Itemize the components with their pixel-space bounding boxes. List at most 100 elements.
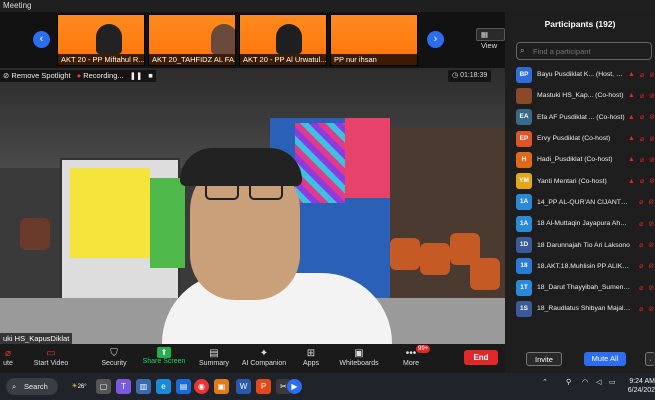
microphone-muted-icon[interactable]: ⌀ <box>640 135 644 143</box>
microphone-muted-icon[interactable]: ⌀ <box>640 92 644 100</box>
search-icon: ⌕ <box>520 46 525 55</box>
edge-icon[interactable]: e <box>156 379 171 394</box>
participant-row[interactable]: Mastuki HS_Kap... (Co-host) ▲ ⌀ ⊘ <box>505 85 655 106</box>
video-off-icon[interactable]: ⊘ <box>648 220 654 228</box>
battery-icon[interactable]: ▭ <box>609 378 616 386</box>
participant-row[interactable]: H Hadi_Pusdiklat (Co-host) ▲ ⌀ ⊘ <box>505 149 655 170</box>
chevron-left-icon[interactable]: ‹ <box>33 31 50 48</box>
tile-label: PP nur ihsan <box>331 54 417 65</box>
gallery-tile[interactable]: AKT 20_TAHFIDZ AL FA... <box>148 14 236 66</box>
participant-name: 14_PP AL-QUR'AN CIJANTUNG... <box>537 198 632 206</box>
participant-row[interactable]: BP Bayu Pusdiklat K... (Host, me) ▲ ⌀ ⊘ <box>505 64 655 85</box>
spotlight-bar: ⊘ Remove Spotlight ● Recording... ❚❚ ■ <box>0 70 156 82</box>
participant-row[interactable]: EP Ervy Pusdiklat (Co-host) ▲ ⌀ ⊘ <box>505 128 655 149</box>
share-screen-button[interactable]: ⬆ Share Screen <box>140 344 188 373</box>
video-off-icon: ▭ <box>46 348 56 359</box>
participant-avatar: H <box>516 151 532 168</box>
participant-avatar: 1A <box>516 194 532 211</box>
store-icon[interactable]: ▤ <box>176 379 191 394</box>
video-off-icon[interactable]: ⊘ <box>649 92 655 100</box>
more-options-button[interactable]: · <box>645 352 655 366</box>
video-off-icon[interactable]: ⊘ <box>648 198 654 206</box>
participant-row[interactable]: 1D 18 Darunnajah Tio Ari Laksono ⌀ ⊘ <box>505 234 655 255</box>
app-icon[interactable]: ▣ <box>214 379 229 394</box>
stop-recording-icon[interactable]: ■ <box>148 70 153 82</box>
search-icon: ⌕ <box>12 382 17 391</box>
volume-icon[interactable]: ◁ <box>596 378 601 386</box>
sparkle-icon: ✦ <box>259 348 269 359</box>
video-off-icon[interactable]: ⊘ <box>649 135 655 143</box>
participant-row[interactable]: 1A 14_PP AL-QUR'AN CIJANTUNG... ⌀ ⊘ <box>505 192 655 213</box>
powerpoint-icon[interactable]: P <box>256 379 271 394</box>
video-off-icon[interactable]: ⊘ <box>648 305 654 313</box>
raise-indicator-icon: ▲ <box>627 92 635 100</box>
gallery-tile[interactable]: PP nur ihsan <box>330 14 418 66</box>
participant-name: 18_Raudlatus Shibyan Majalen... <box>537 305 632 313</box>
participant-list: BP Bayu Pusdiklat K... (Host, me) ▲ ⌀ ⊘ Mastu… <box>505 64 655 344</box>
taskbar-search[interactable]: ⌕ Search <box>6 378 58 395</box>
start-video-button[interactable]: ▭ Start Video <box>28 344 74 373</box>
wifi-icon[interactable]: ◠ <box>582 378 588 386</box>
security-button[interactable]: ⛉ Security <box>96 344 132 373</box>
summary-button[interactable]: ▤ Summary <box>194 344 234 373</box>
video-off-icon[interactable]: ⊘ <box>648 284 654 292</box>
invite-button[interactable]: Invite <box>526 352 562 366</box>
microphone-muted-icon[interactable]: ⌀ <box>639 262 643 270</box>
participant-avatar: BP <box>516 66 532 83</box>
chevron-right-icon[interactable]: › <box>427 31 444 48</box>
video-off-icon[interactable]: ⊘ <box>648 241 654 249</box>
microphone-muted-icon[interactable]: ⌀ <box>640 156 644 164</box>
microphone-muted-icon[interactable]: ⌀ <box>639 241 643 249</box>
zoom-icon[interactable]: ▶ <box>287 379 302 394</box>
mute-button[interactable]: ⌀ ute <box>0 344 16 373</box>
whiteboard-icon: ▣ <box>354 348 364 359</box>
task-view-icon[interactable]: ▢ <box>96 379 111 394</box>
view-button[interactable]: ▦ View <box>476 28 505 50</box>
microphone-muted-icon[interactable]: ⌀ <box>639 198 643 206</box>
gallery-strip: ‹ AKT 20 - PP Miftahul R... AKT 20_TAHFI… <box>0 12 505 68</box>
video-off-icon[interactable]: ⊘ <box>649 71 655 79</box>
clock[interactable]: 9:24 AM 6/24/202 <box>624 377 655 395</box>
window-title: Meeting <box>0 0 655 12</box>
participant-row[interactable]: EA Efa AF Pusdiklat ... (Co-host) ▲ ⌀ ⊘ <box>505 107 655 128</box>
apps-button[interactable]: ⊞ Apps <box>298 344 324 373</box>
microphone-muted-icon[interactable]: ⌀ <box>640 113 644 121</box>
participant-row[interactable]: YM Yanti Mentari (Co-host) ▲ ⌀ ⊘ <box>505 170 655 191</box>
video-off-icon[interactable]: ⊘ <box>648 262 654 270</box>
more-button[interactable]: ••• More 99+ <box>398 344 431 373</box>
participant-search-input[interactable] <box>516 42 652 60</box>
chrome-icon[interactable]: ◉ <box>194 379 209 394</box>
gallery-tile[interactable]: AKT 20 - PP Al Urwatul... <box>239 14 327 66</box>
video-off-icon[interactable]: ⊘ <box>649 113 655 121</box>
raise-indicator-icon: ▲ <box>627 113 635 121</box>
participant-name: Mastuki HS_Kap... (Co-host) <box>537 92 624 100</box>
video-off-icon[interactable]: ⊘ <box>649 156 655 164</box>
meeting-timer: ◷ 01:18:39 <box>448 70 492 82</box>
participant-row[interactable]: 1T 18_Darut Thayyibah_Sumenep_... ⌀ ⊘ <box>505 277 655 298</box>
remove-spotlight-button[interactable]: ⊘ Remove Spotlight <box>3 70 71 82</box>
video-off-icon[interactable]: ⊘ <box>649 177 655 185</box>
microphone-muted-icon[interactable]: ⌀ <box>640 71 644 79</box>
microphone-muted-icon[interactable]: ⌀ <box>639 284 643 292</box>
mute-all-button[interactable]: Mute All <box>584 352 626 366</box>
pause-recording-icon[interactable]: ❚❚ <box>130 70 143 82</box>
tray-chevron-icon[interactable]: ⌃ <box>542 378 548 386</box>
end-meeting-button[interactable]: End <box>464 350 498 365</box>
participant-name: Bayu Pusdiklat K... (Host, me) <box>537 71 626 79</box>
microphone-muted-icon[interactable]: ⌀ <box>639 305 643 313</box>
whiteboards-button[interactable]: ▣ Whiteboards <box>336 344 382 373</box>
word-icon[interactable]: W <box>236 379 251 394</box>
teams-icon[interactable]: T <box>116 379 131 394</box>
weather-widget[interactable]: ☀26° <box>68 379 90 394</box>
microphone-muted-icon[interactable]: ⌀ <box>639 220 643 228</box>
raise-indicator-icon: ▲ <box>627 177 635 185</box>
ai-companion-button[interactable]: ✦ AI Companion <box>236 344 292 373</box>
file-explorer-icon[interactable]: ▥ <box>136 379 151 394</box>
participants-footer: Invite Mute All · <box>505 349 655 373</box>
participant-row[interactable]: 18 18.AKT.18.Muhlisin PP ALIKHLA... ⌀ ⊘ <box>505 256 655 277</box>
microphone-muted-icon[interactable]: ⌀ <box>640 177 644 185</box>
participant-row[interactable]: 1A 18 Al-Muttaqin Jayapura Ahma... ⌀ ⊘ <box>505 213 655 234</box>
participant-row[interactable]: 1S 18_Raudlatus Shibyan Majalen... ⌀ ⊘ <box>505 298 655 319</box>
gallery-tile[interactable]: AKT 20 - PP Miftahul R... <box>57 14 145 66</box>
participant-avatar: 1T <box>516 279 532 296</box>
